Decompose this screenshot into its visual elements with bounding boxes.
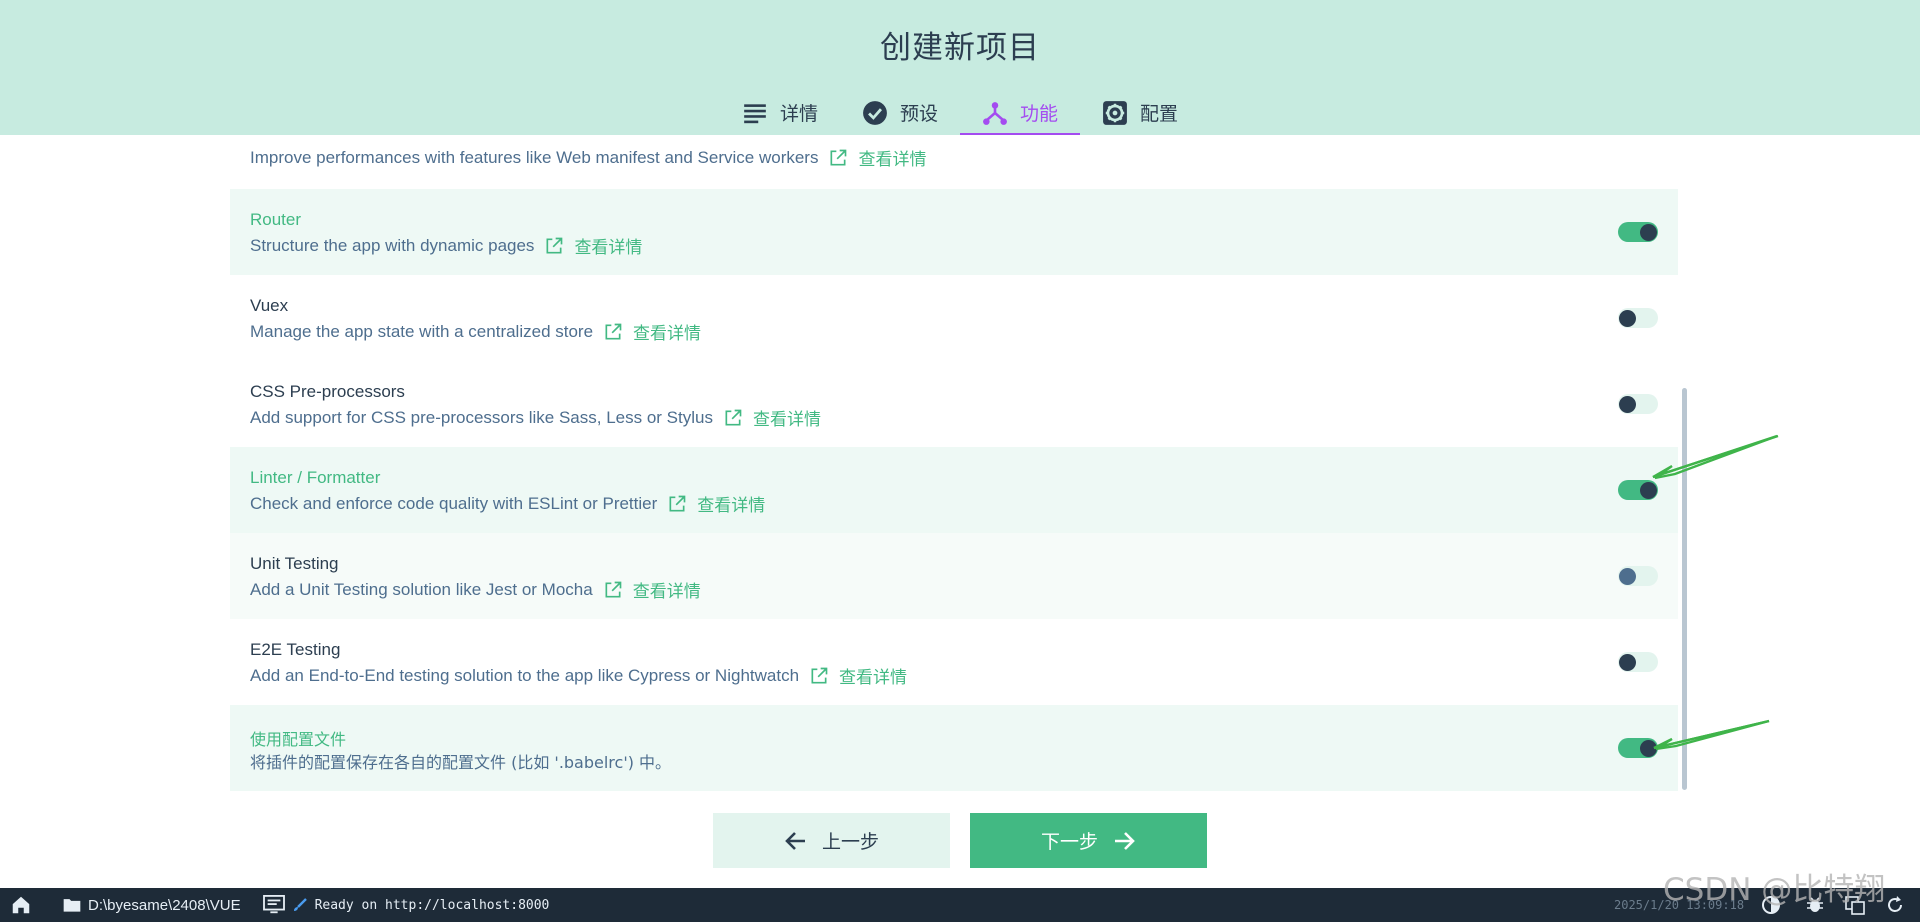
external-link-icon [667, 494, 687, 514]
check-circle-icon [863, 100, 887, 125]
toggle-knob [1640, 224, 1657, 241]
partial-feature-desc: Improve performances with features like … [250, 145, 926, 170]
next-button-label: 下一步 [1040, 831, 1098, 853]
feature-name: Vuex [250, 296, 289, 315]
more-info-link[interactable]: 查看详情 [753, 405, 821, 430]
feature-linter[interactable]: Linter / Formatter Check and enforce cod… [230, 447, 1678, 533]
external-link-icon [603, 322, 623, 342]
fork-icon [983, 101, 1007, 125]
feature-name: CSS Pre-processors [250, 382, 405, 401]
tab-details[interactable]: 详情 [720, 90, 840, 135]
console-icon[interactable] [262, 895, 285, 915]
next-button[interactable]: 下一步 [970, 813, 1207, 868]
feature-desc: Manage the app state with a centralized … [250, 319, 701, 344]
feature-unit-testing[interactable]: Unit Testing Add a Unit Testing solution… [230, 533, 1678, 619]
tab-label: 功能 [1020, 103, 1059, 125]
feature-desc: 将插件的配置保存在各自的配置文件 (比如 '.babelrc') 中。 [250, 753, 672, 772]
feature-vuex[interactable]: Vuex Manage the app state with a central… [230, 275, 1678, 361]
feature-name: 使用配置文件 [250, 730, 347, 749]
toggle-knob [1640, 482, 1657, 499]
config-files-toggle[interactable] [1618, 738, 1658, 758]
toggle-knob [1619, 310, 1636, 327]
scrollbar[interactable] [1682, 388, 1687, 790]
arrow-left-icon [785, 831, 805, 850]
prev-button[interactable]: 上一步 [713, 813, 950, 868]
feature-desc: Add support for CSS pre-processors like … [250, 405, 821, 430]
external-link-icon [723, 408, 743, 428]
feature-desc: Add an End-to-End testing solution to th… [250, 663, 907, 688]
feature-name: E2E Testing [250, 640, 341, 659]
tab-label: 详情 [779, 103, 818, 125]
more-info-link[interactable]: 查看详情 [633, 319, 701, 344]
more-info-link[interactable]: 查看详情 [697, 491, 765, 516]
feature-desc: Add a Unit Testing solution like Jest or… [250, 577, 701, 602]
feature-e2e-testing[interactable]: E2E Testing Add an End-to-End testing so… [230, 619, 1678, 705]
folder-icon[interactable] [62, 895, 82, 915]
css-preprocessors-toggle[interactable] [1618, 394, 1658, 414]
external-link-icon [828, 148, 848, 168]
toggle-knob [1619, 568, 1636, 585]
external-link-icon [544, 236, 564, 256]
more-info-link[interactable]: 查看详情 [839, 663, 907, 688]
tab-label: 配置 [1140, 103, 1179, 125]
refresh-icon[interactable] [1885, 895, 1905, 915]
tab-label: 预设 [899, 103, 938, 125]
toggle-knob [1619, 396, 1636, 413]
list-icon [744, 103, 766, 123]
feature-name: Router [250, 210, 302, 229]
brush-icon [293, 898, 307, 911]
page-title: 创建新项目 [880, 30, 1040, 66]
feature-desc: Check and enforce code quality with ESLi… [250, 491, 765, 516]
more-info-link[interactable]: 查看详情 [574, 233, 642, 258]
feature-desc: Structure the app with dynamic pages 查看详… [250, 233, 642, 258]
toggle-knob [1640, 740, 1657, 757]
feature-router[interactable]: Router Structure the app with dynamic pa… [230, 189, 1678, 275]
external-link-icon [809, 666, 829, 686]
watermark: CSDN @比特翔 [1663, 872, 1886, 908]
more-info-link[interactable]: 查看详情 [858, 145, 926, 170]
feature-list: Improve performances with features like … [230, 135, 1678, 793]
status-bar: D:\byesame\2408\VUE Ready on http://loca… [0, 888, 1920, 922]
vuex-toggle[interactable] [1618, 308, 1658, 328]
router-toggle[interactable] [1618, 222, 1658, 242]
feature-name: Unit Testing [250, 554, 339, 573]
external-link-icon [603, 580, 623, 600]
gear-icon [1103, 100, 1127, 125]
project-path[interactable]: D:\byesame\2408\VUE [88, 897, 241, 914]
tab-bar: 详情 预设 功能 配置 [0, 90, 1920, 135]
feature-config-files[interactable]: 使用配置文件 将插件的配置保存在各自的配置文件 (比如 '.babelrc') … [230, 705, 1678, 791]
home-icon[interactable] [10, 894, 32, 916]
linter-toggle[interactable] [1618, 480, 1658, 500]
more-info-link[interactable]: 查看详情 [633, 577, 701, 602]
tab-features[interactable]: 功能 [960, 90, 1081, 135]
unit-testing-toggle[interactable] [1618, 566, 1658, 586]
tab-config[interactable]: 配置 [1080, 90, 1200, 135]
feature-css-preprocessors[interactable]: CSS Pre-processors Add support for CSS p… [230, 361, 1678, 447]
tab-presets[interactable]: 预设 [840, 90, 960, 135]
toggle-knob [1619, 654, 1636, 671]
feature-name: Linter / Formatter [250, 468, 381, 487]
prev-button-label: 上一步 [821, 831, 879, 853]
e2e-testing-toggle[interactable] [1618, 652, 1658, 672]
log-message: Ready on http://localhost:8000 [314, 897, 550, 913]
header: 创建新项目 详情 预设 功能 配置 [0, 0, 1920, 135]
arrow-right-icon [1115, 831, 1135, 850]
